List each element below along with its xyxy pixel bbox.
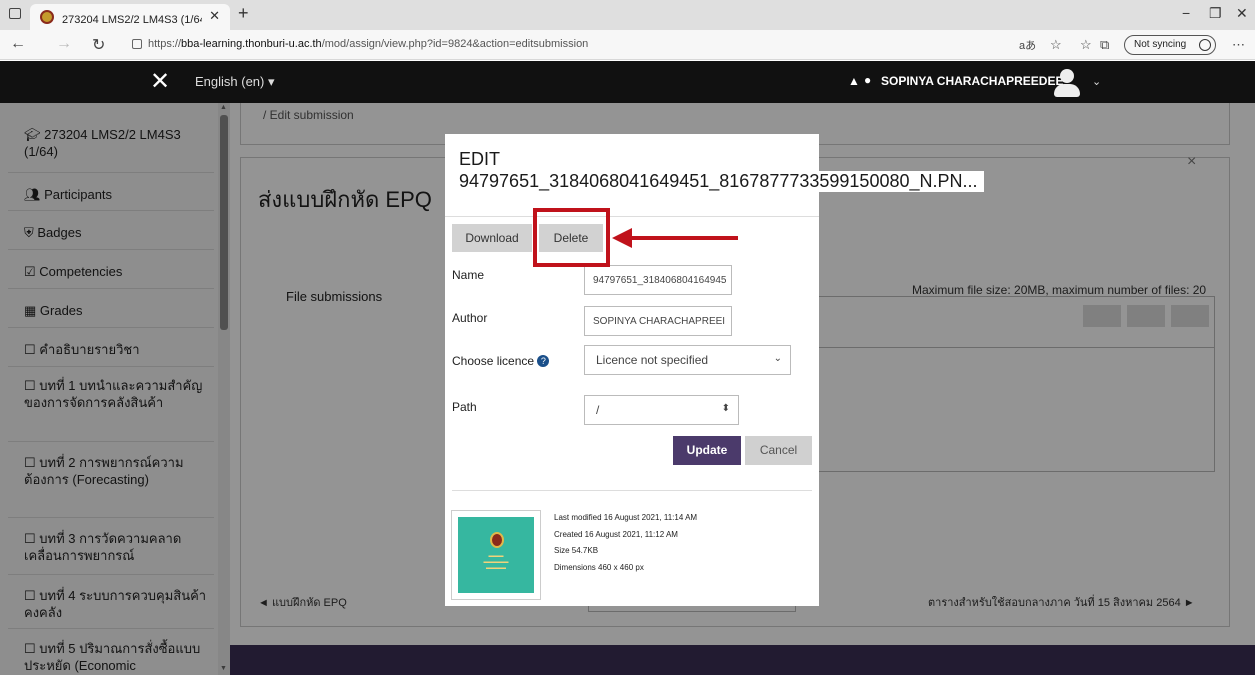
chevron-down-icon: ⌄ bbox=[773, 353, 782, 364]
help-icon[interactable]: ? bbox=[537, 355, 550, 367]
cancel-button[interactable]: Cancel bbox=[745, 436, 812, 465]
address-bar: ← → ↻ https://bba-learning.thonburi-u.ac… bbox=[0, 30, 1255, 60]
author-label: Author bbox=[452, 311, 488, 325]
collections-icon[interactable]: ⧉ bbox=[1100, 37, 1109, 53]
reload-icon[interactable]: ↻ bbox=[92, 35, 105, 55]
more-menu-icon[interactable]: ⋯ bbox=[1232, 37, 1245, 53]
update-button[interactable]: Update bbox=[673, 436, 741, 465]
annotation-highlight-box bbox=[533, 208, 610, 267]
thumbnail-caption-graphic: ▬▬▬ ▬▬▬▬▬ ▬▬▬▬ bbox=[483, 553, 509, 571]
path-select[interactable]: / ⬍ bbox=[584, 395, 739, 425]
tab-actions-icon[interactable] bbox=[9, 8, 21, 19]
user-menu-caret-icon[interactable]: ⌄ bbox=[1092, 75, 1101, 88]
tab-close-icon[interactable]: ✕ bbox=[209, 8, 220, 24]
favorites-list-icon[interactable]: ☆ bbox=[1080, 37, 1092, 53]
notification-bell-icon[interactable]: ▲ bbox=[848, 74, 860, 88]
dialog-title: EDIT bbox=[459, 149, 501, 169]
dimensions-text: Dimensions 460 x 460 px bbox=[554, 563, 644, 572]
dialog-filename: 94797651_3184068041649451_81678777335991… bbox=[459, 171, 984, 192]
created-text: Created 16 August 2021, 11:12 AM bbox=[554, 530, 678, 539]
name-field[interactable]: 94797651_318406804164945 bbox=[584, 265, 732, 295]
url-field[interactable]: https://bba-learning.thonburi-u.ac.th/mo… bbox=[148, 38, 588, 50]
lock-icon[interactable] bbox=[132, 39, 142, 49]
licence-label: Choose licence ? bbox=[452, 354, 550, 368]
updown-arrow-icon: ⬍ bbox=[721, 403, 730, 414]
back-icon[interactable]: ← bbox=[10, 35, 26, 53]
browser-tab[interactable]: 273204 LMS2/2 LM4S3 (1/64): ส่ ✕ bbox=[30, 4, 230, 30]
moodle-navbar: ✕ English (en) ▾ ▲ ● SOPINYA CHARACHAPRE… bbox=[0, 61, 1255, 103]
restore-icon[interactable]: ❐ bbox=[1209, 5, 1222, 22]
dialog-divider-2 bbox=[452, 490, 812, 491]
read-aloud-icon[interactable]: aあ bbox=[1019, 37, 1036, 53]
forward-icon[interactable]: → bbox=[56, 35, 72, 53]
favorite-star-icon[interactable]: ☆ bbox=[1050, 37, 1062, 53]
language-menu[interactable]: English (en) ▾ bbox=[195, 74, 275, 90]
sync-button[interactable]: Not syncing bbox=[1124, 35, 1216, 55]
size-text: Size 54.7KB bbox=[554, 546, 599, 555]
tab-title: 273204 LMS2/2 LM4S3 (1/64): ส่ bbox=[62, 14, 202, 26]
author-field[interactable]: SOPINYA CHARACHAPREEI bbox=[584, 306, 732, 336]
minimize-icon[interactable]: − bbox=[1182, 5, 1190, 21]
avatar[interactable] bbox=[1052, 67, 1082, 97]
annotation-arrow-line bbox=[630, 236, 738, 240]
profile-icon bbox=[1199, 39, 1211, 51]
licence-select[interactable]: Licence not specified ⌄ bbox=[584, 345, 791, 375]
last-modified-text: Last modified 16 August 2021, 11:14 AM bbox=[554, 513, 698, 522]
drawer-close-icon[interactable]: ✕ bbox=[150, 67, 170, 96]
dialog-divider bbox=[445, 216, 819, 217]
messages-icon[interactable]: ● bbox=[864, 73, 871, 87]
university-logo-icon bbox=[490, 532, 504, 548]
sync-label: Not syncing bbox=[1134, 39, 1187, 50]
download-button[interactable]: Download bbox=[452, 224, 532, 252]
site-favicon-icon bbox=[40, 10, 54, 24]
name-label: Name bbox=[452, 268, 485, 282]
new-tab-icon[interactable]: + bbox=[238, 3, 249, 24]
browser-tab-bar: 273204 LMS2/2 LM4S3 (1/64): ส่ ✕ + − ❐ ✕ bbox=[0, 0, 1255, 30]
path-label: Path bbox=[452, 400, 477, 414]
window-close-icon[interactable]: ✕ bbox=[1236, 5, 1248, 22]
user-name[interactable]: SOPINYA CHARACHAPREEDEE bbox=[881, 74, 1063, 88]
annotation-arrow-icon bbox=[612, 228, 632, 248]
